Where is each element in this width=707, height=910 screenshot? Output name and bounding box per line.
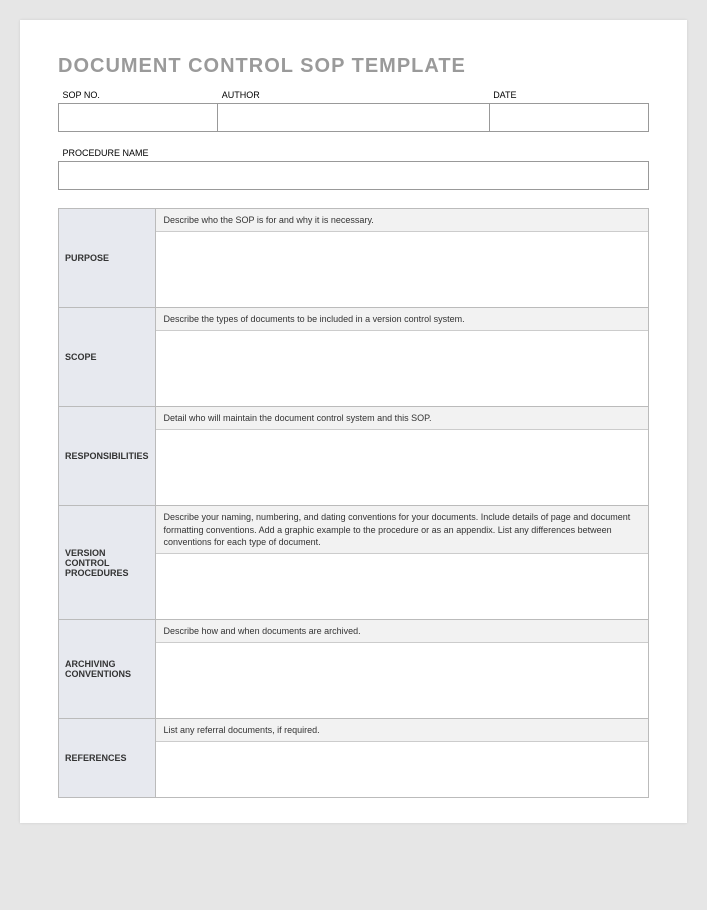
table-row: VERSION CONTROL PROCEDURES Describe your… bbox=[59, 506, 649, 619]
section-input-purpose[interactable] bbox=[156, 232, 648, 307]
procedure-name-table: PROCEDURE NAME bbox=[58, 146, 649, 190]
section-description: List any referral documents, if required… bbox=[156, 719, 648, 742]
section-content: Detail who will maintain the document co… bbox=[155, 407, 648, 506]
section-input-references[interactable] bbox=[156, 742, 648, 797]
section-label-purpose: PURPOSE bbox=[59, 209, 156, 308]
table-row: SCOPE Describe the types of documents to… bbox=[59, 308, 649, 407]
section-label-references: REFERENCES bbox=[59, 718, 156, 797]
label-date: DATE bbox=[489, 88, 648, 104]
document-page: DOCUMENT CONTROL SOP TEMPLATE SOP NO. AU… bbox=[20, 20, 687, 823]
section-input-responsibilities[interactable] bbox=[156, 430, 648, 505]
section-description: Detail who will maintain the document co… bbox=[156, 407, 648, 430]
label-sop-no: SOP NO. bbox=[59, 88, 218, 104]
section-description: Describe the types of documents to be in… bbox=[156, 308, 648, 331]
table-row: ARCHIVING CONVENTIONS Describe how and w… bbox=[59, 619, 649, 718]
section-content: Describe your naming, numbering, and dat… bbox=[155, 506, 648, 619]
input-date[interactable] bbox=[489, 104, 648, 132]
section-label-archiving: ARCHIVING CONVENTIONS bbox=[59, 619, 156, 718]
table-row: PURPOSE Describe who the SOP is for and … bbox=[59, 209, 649, 308]
section-content: Describe who the SOP is for and why it i… bbox=[155, 209, 648, 308]
section-label-version-control: VERSION CONTROL PROCEDURES bbox=[59, 506, 156, 619]
section-content: List any referral documents, if required… bbox=[155, 718, 648, 797]
table-row: RESPONSIBILITIES Detail who will maintai… bbox=[59, 407, 649, 506]
section-content: Describe the types of documents to be in… bbox=[155, 308, 648, 407]
table-row: REFERENCES List any referral documents, … bbox=[59, 718, 649, 797]
section-input-archiving[interactable] bbox=[156, 643, 648, 718]
label-procedure-name: PROCEDURE NAME bbox=[59, 146, 649, 162]
sections-table: PURPOSE Describe who the SOP is for and … bbox=[58, 208, 649, 798]
section-description: Describe how and when documents are arch… bbox=[156, 620, 648, 643]
input-sop-no[interactable] bbox=[59, 104, 218, 132]
section-label-responsibilities: RESPONSIBILITIES bbox=[59, 407, 156, 506]
section-description: Describe your naming, numbering, and dat… bbox=[156, 506, 648, 553]
label-author: AUTHOR bbox=[218, 88, 489, 104]
section-description: Describe who the SOP is for and why it i… bbox=[156, 209, 648, 232]
input-procedure-name[interactable] bbox=[59, 162, 649, 190]
header-table: SOP NO. AUTHOR DATE bbox=[58, 88, 649, 132]
section-label-scope: SCOPE bbox=[59, 308, 156, 407]
page-title: DOCUMENT CONTROL SOP TEMPLATE bbox=[58, 55, 649, 78]
section-content: Describe how and when documents are arch… bbox=[155, 619, 648, 718]
section-input-version-control[interactable] bbox=[156, 554, 648, 619]
input-author[interactable] bbox=[218, 104, 489, 132]
section-input-scope[interactable] bbox=[156, 331, 648, 406]
